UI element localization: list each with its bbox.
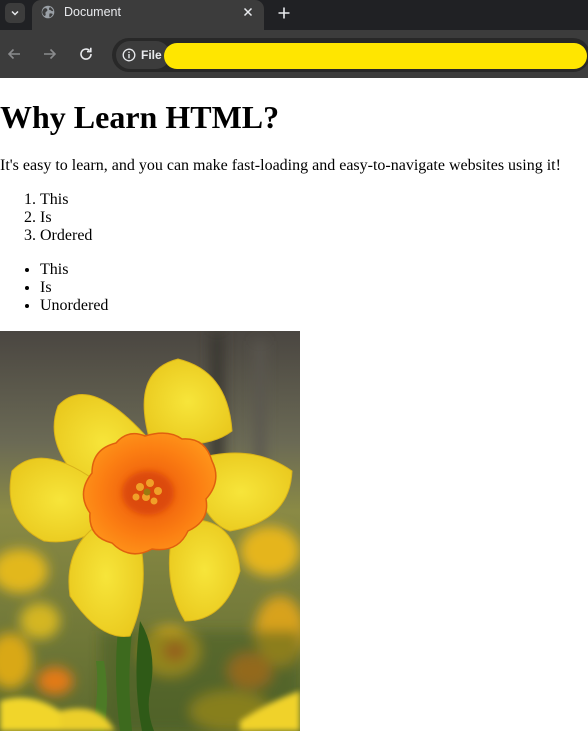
tab-search-button[interactable] (5, 3, 25, 23)
unordered-list-item: This (40, 261, 588, 279)
arrow-left-icon (7, 48, 20, 60)
ordered-list: This Is Ordered (0, 191, 588, 245)
ordered-list-item: Is (40, 209, 588, 227)
globe-icon (41, 5, 55, 19)
tab-close-button[interactable] (240, 4, 256, 20)
daffodil-image (0, 331, 300, 731)
reload-button[interactable] (75, 43, 97, 65)
unordered-list-item: Is (40, 279, 588, 297)
browser-chrome: Document File (0, 0, 588, 78)
page-heading: Why Learn HTML? (0, 99, 280, 135)
site-info-label: File (141, 48, 162, 62)
page-content: Why Learn HTML? It's easy to learn, and … (0, 78, 588, 749)
tab-title: Document (64, 5, 121, 19)
back-button[interactable] (3, 43, 25, 65)
info-icon (122, 48, 136, 62)
intro-paragraph: It's easy to learn, and you can make fas… (0, 157, 561, 174)
site-info-button[interactable]: File (116, 41, 170, 69)
close-icon (243, 7, 253, 17)
address-bar[interactable]: File (112, 38, 588, 72)
url-redaction-mark (164, 43, 587, 69)
chevron-down-icon (11, 10, 19, 16)
unordered-list-item: Unordered (40, 297, 588, 315)
reload-icon (80, 47, 92, 60)
forward-button[interactable] (39, 43, 61, 65)
toolbar: File (0, 32, 588, 78)
unordered-list: This Is Unordered (0, 261, 588, 315)
arrow-right-icon (44, 48, 57, 60)
ordered-list-item: This (40, 191, 588, 209)
tab-document[interactable]: Document (32, 0, 264, 32)
ordered-list-item: Ordered (40, 227, 588, 245)
plus-icon (278, 7, 290, 19)
new-tab-button[interactable] (274, 3, 294, 23)
tab-strip: Document (0, 0, 588, 32)
